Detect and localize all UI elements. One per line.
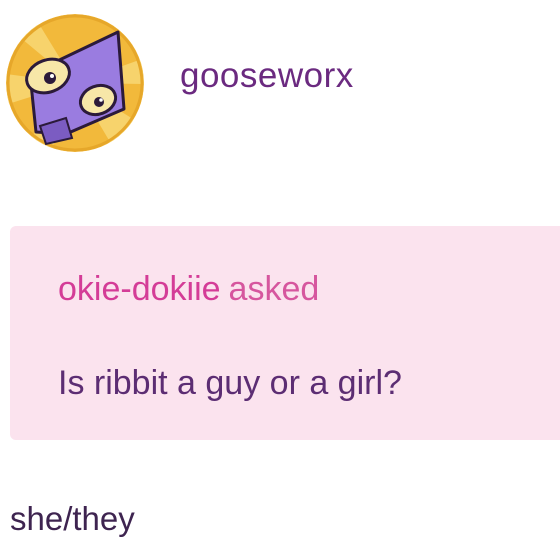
answer-text: she/they bbox=[10, 500, 135, 537]
post-header: gooseworx bbox=[0, 0, 560, 160]
asked-label: asked bbox=[228, 270, 320, 308]
blog-name-link[interactable]: gooseworx bbox=[180, 56, 354, 96]
blog-avatar[interactable] bbox=[6, 14, 144, 152]
frog-character-avatar-icon bbox=[6, 14, 144, 152]
ask-box: okie-dokiie asked Is ribbit a guy or a gi… bbox=[10, 226, 560, 440]
asker-name-link[interactable]: okie-dokiie bbox=[58, 270, 221, 308]
asker-line: okie-dokiie asked bbox=[58, 270, 319, 309]
ask-question: Is ribbit a guy or a girl? bbox=[58, 364, 402, 402]
tumblr-post: gooseworx okie-dokiie asked Is ribbit a g… bbox=[0, 0, 560, 560]
